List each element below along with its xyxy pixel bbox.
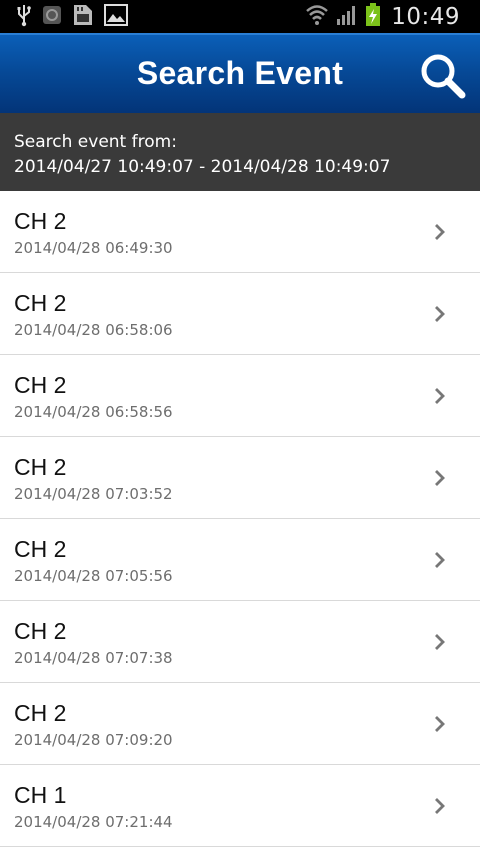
event-time: 2014/04/28 06:58:56	[14, 403, 173, 421]
clock: 10:49	[391, 3, 460, 30]
notification-icons	[16, 3, 128, 31]
wifi-icon	[305, 4, 329, 30]
image-icon	[104, 3, 128, 30]
notification-icon	[42, 5, 62, 29]
list-item[interactable]: CH 2 2014/04/28 06:49:30	[0, 191, 480, 273]
sd-card-icon	[72, 3, 94, 31]
list-item[interactable]: CH 1 2014/04/28 07:21:44	[0, 765, 480, 847]
chevron-right-icon	[435, 716, 445, 732]
event-time: 2014/04/28 06:49:30	[14, 239, 173, 257]
battery-charging-icon	[365, 2, 381, 31]
page-title: Search Event	[136, 55, 344, 91]
chevron-right-icon	[435, 388, 445, 404]
event-time: 2014/04/28 06:58:06	[14, 321, 173, 339]
list-item[interactable]: CH 2 2014/04/28 06:58:06	[0, 273, 480, 355]
title-bar: Search Event	[0, 33, 480, 113]
chevron-right-icon	[435, 224, 445, 240]
event-channel: CH 2	[14, 372, 67, 398]
list-item[interactable]: CH 2 2014/04/28 06:58:56	[0, 355, 480, 437]
chevron-right-icon	[435, 634, 445, 650]
search-icon	[421, 54, 466, 99]
event-channel: CH 2	[14, 700, 67, 726]
search-button[interactable]	[418, 51, 468, 101]
event-channel: CH 1	[14, 782, 67, 808]
chevron-right-icon	[435, 470, 445, 486]
event-time: 2014/04/28 07:03:52	[14, 485, 173, 503]
event-time: 2014/04/28 07:09:20	[14, 731, 173, 749]
chevron-right-icon	[435, 798, 445, 814]
list-item[interactable]: CH 2 2014/04/28 07:05:56	[0, 519, 480, 601]
event-time: 2014/04/28 07:05:56	[14, 567, 173, 585]
list-item[interactable]: CH 2 2014/04/28 07:07:38	[0, 601, 480, 683]
status-bar: 10:49	[0, 0, 480, 33]
event-time: 2014/04/28 07:21:44	[14, 813, 173, 831]
event-channel: CH 2	[14, 618, 67, 644]
usb-icon	[16, 3, 32, 31]
search-range-label: Search event from:	[14, 132, 177, 152]
list-item[interactable]: CH 2 2014/04/28 07:03:52	[0, 437, 480, 519]
event-time: 2014/04/28 07:07:38	[14, 649, 173, 667]
event-channel: CH 2	[14, 454, 67, 480]
signal-icon	[335, 4, 359, 30]
search-range-value: 2014/04/27 10:49:07 - 2014/04/28 10:49:0…	[14, 157, 391, 177]
search-range-header: Search event from: 2014/04/27 10:49:07 -…	[0, 113, 480, 191]
system-icons: 10:49	[305, 0, 460, 33]
event-channel: CH 2	[14, 290, 67, 316]
event-list: CH 2 2014/04/28 06:49:30 CH 2 2014/04/28…	[0, 191, 480, 847]
event-channel: CH 2	[14, 536, 67, 562]
chevron-right-icon	[435, 552, 445, 568]
event-channel: CH 2	[14, 208, 67, 234]
chevron-right-icon	[435, 306, 445, 322]
list-item[interactable]: CH 2 2014/04/28 07:09:20	[0, 683, 480, 765]
